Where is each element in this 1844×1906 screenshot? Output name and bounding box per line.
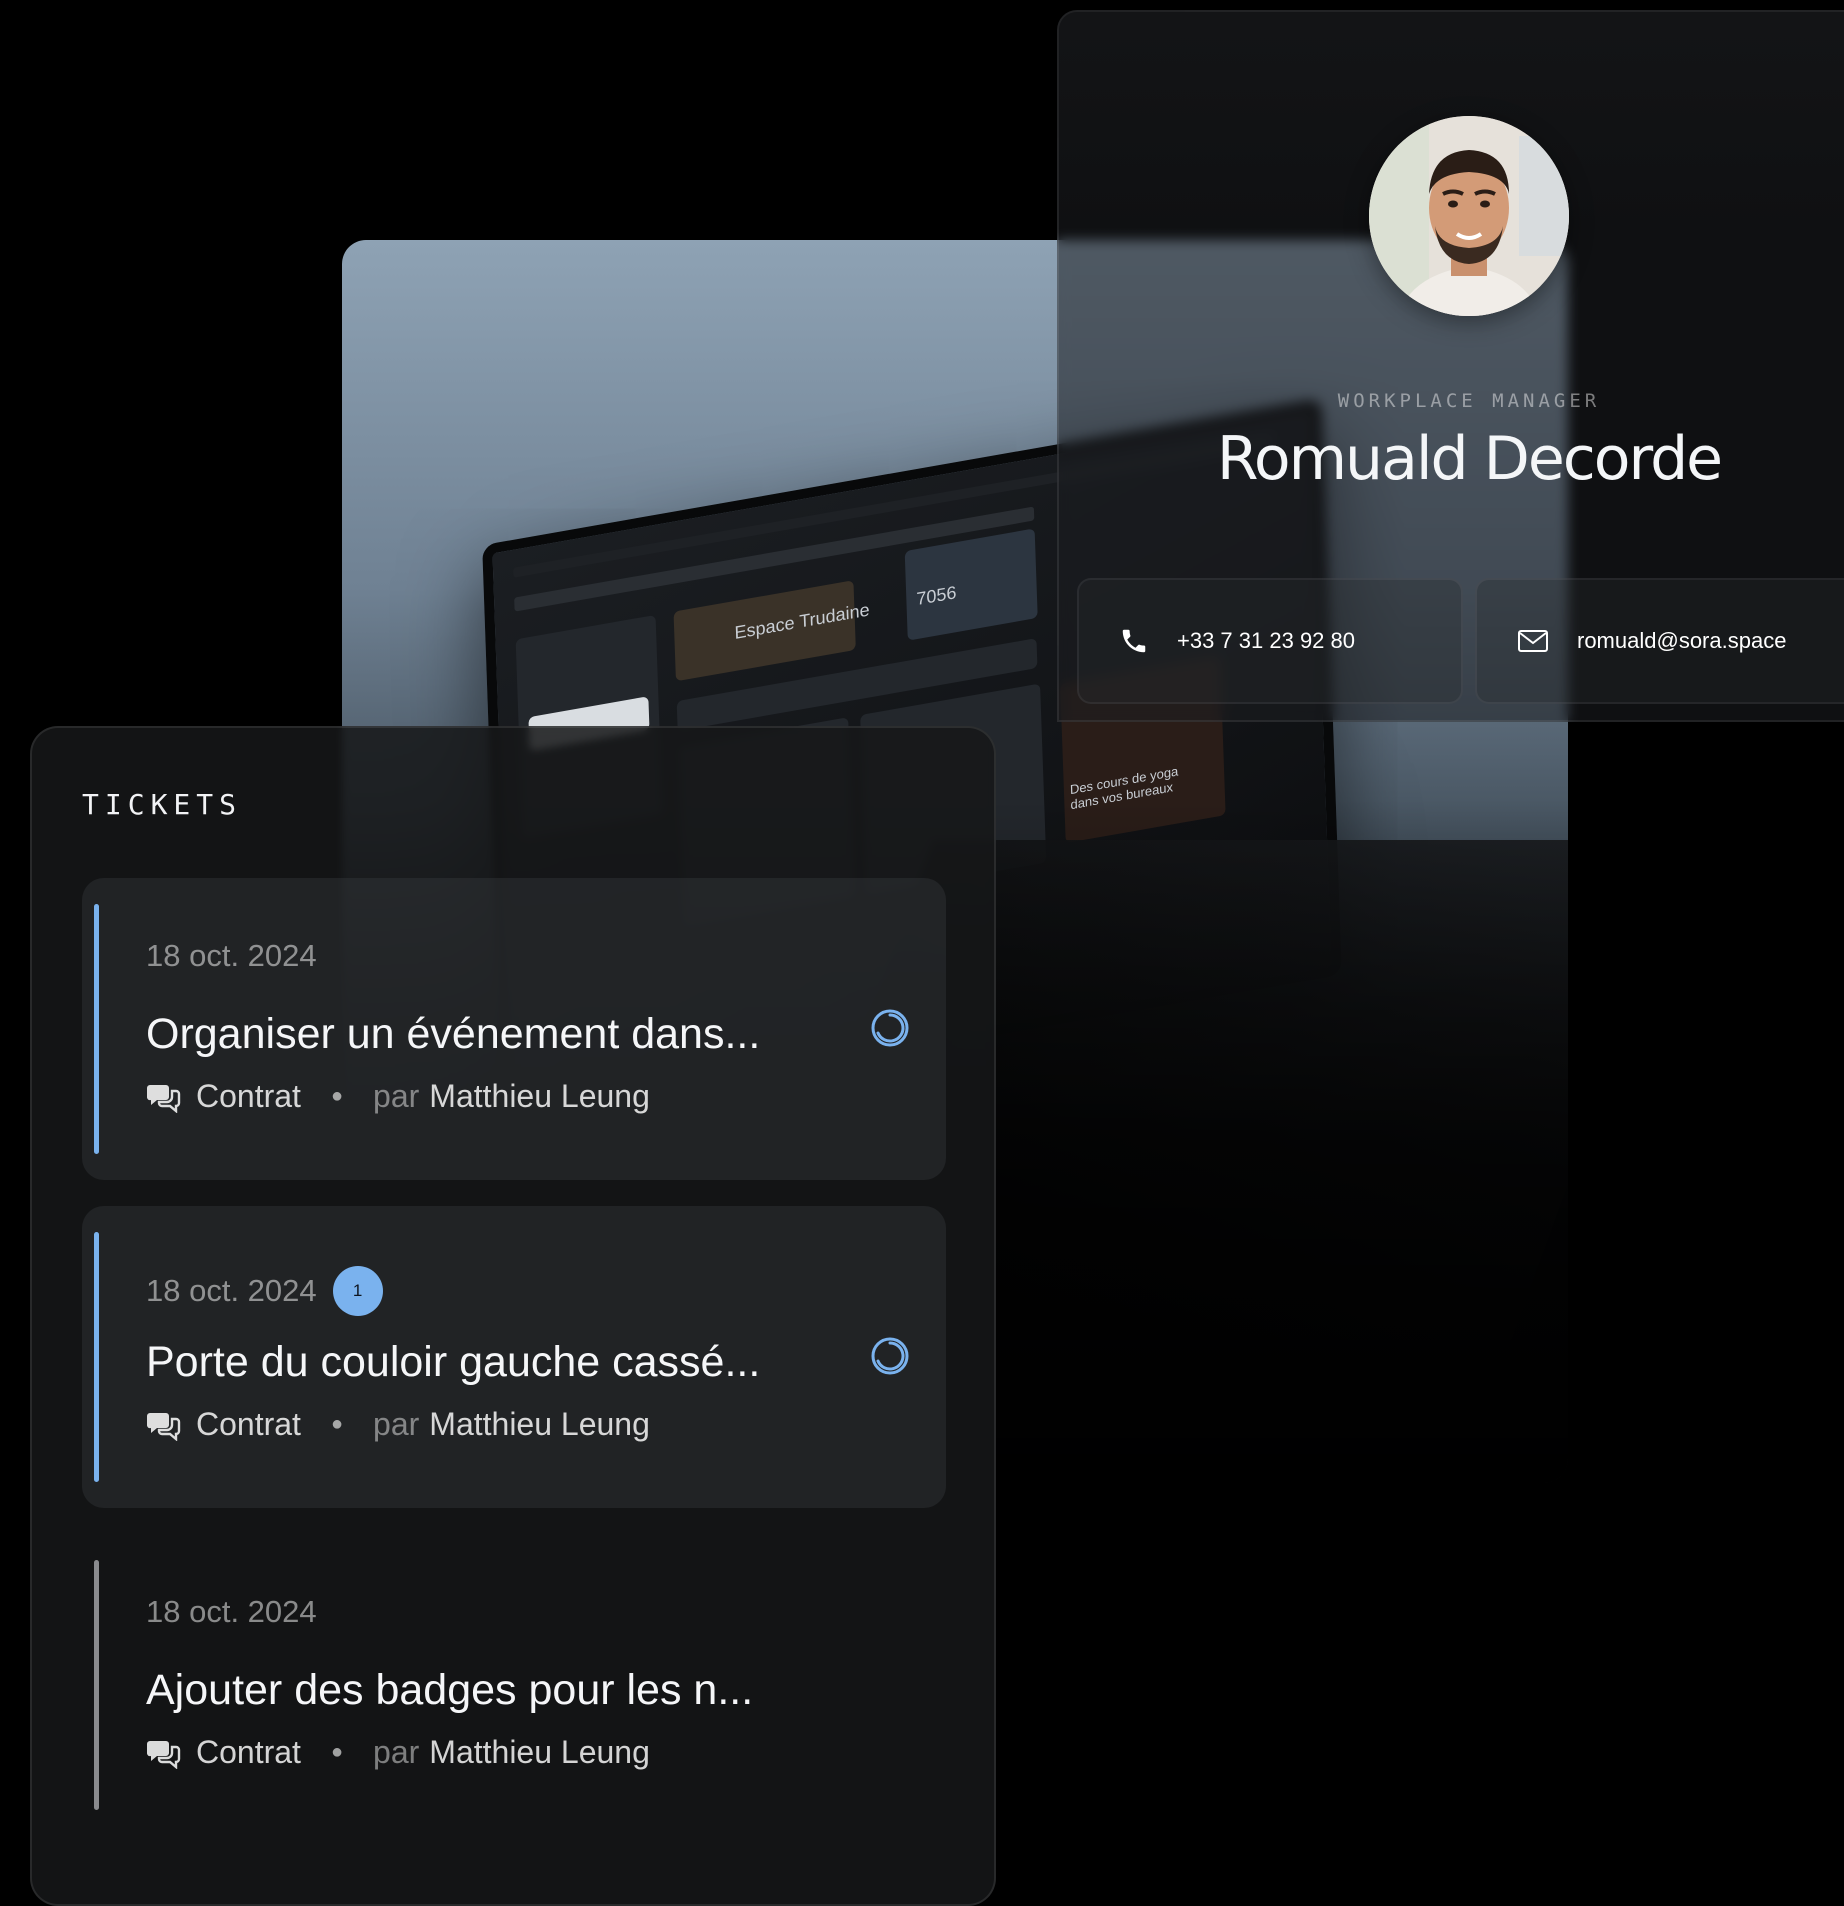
ticket-author: Matthieu Leung	[429, 1078, 650, 1114]
ticket-status	[870, 1336, 910, 1381]
in-progress-icon	[871, 1337, 909, 1375]
phone-icon	[1122, 629, 1146, 653]
ticket-category: Contrat	[196, 1078, 301, 1114]
ticket-item[interactable]: 18 oct. 2024 1 Porte du couloir gauche c…	[82, 1206, 946, 1508]
ticket-title: Ajouter des badges pour les n...	[146, 1666, 754, 1714]
avatar-portrait-icon	[1369, 116, 1569, 316]
phone-number: +33 7 31 23 92 80	[1177, 628, 1355, 653]
ticket-title: Porte du couloir gauche cassé...	[146, 1338, 761, 1386]
comment-icon	[146, 1084, 181, 1113]
in-progress-icon	[871, 1009, 909, 1047]
phone-contact[interactable]: +33 7 31 23 92 80	[1077, 578, 1463, 704]
ticket-item[interactable]: 18 oct. 2024 Organiser un événement dans…	[82, 878, 946, 1180]
ticket-title: Organiser un événement dans...	[146, 1010, 761, 1058]
ticket-category: Contrat	[196, 1734, 301, 1770]
comment-icon	[146, 1412, 181, 1441]
ticket-status-bar	[94, 1560, 99, 1810]
ticket-item[interactable]: 18 oct. 2024 Ajouter des badges pour les…	[82, 1534, 946, 1836]
ticket-date: 18 oct. 2024	[146, 938, 317, 973]
tickets-panel: TICKETS 18 oct. 2024 Organiser un événem…	[30, 726, 996, 1906]
mail-icon	[1518, 630, 1548, 652]
comment-icon	[146, 1740, 181, 1769]
profile-role: WORKPLACE MANAGER	[1337, 390, 1601, 412]
tickets-title: TICKETS	[82, 788, 243, 821]
ticket-status-bar	[94, 904, 99, 1154]
email-contact[interactable]: romuald@sora.space	[1475, 578, 1844, 704]
email-address: romuald@sora.space	[1577, 628, 1787, 653]
ticket-author: Matthieu Leung	[429, 1406, 650, 1442]
ticket-date: 18 oct. 2024	[146, 1273, 317, 1308]
profile-name: Romuald Decorde	[1216, 424, 1723, 494]
ticket-count-badge: 1	[332, 1266, 383, 1316]
avatar	[1369, 116, 1569, 316]
ticket-status-bar	[94, 1232, 99, 1482]
profile-card: WORKPLACE MANAGER Romuald Decorde +33 7 …	[1057, 10, 1844, 722]
ticket-status	[870, 1008, 910, 1053]
ticket-date: 18 oct. 2024	[146, 1594, 317, 1629]
ticket-category: Contrat	[196, 1406, 301, 1442]
ticket-author: Matthieu Leung	[429, 1734, 650, 1770]
